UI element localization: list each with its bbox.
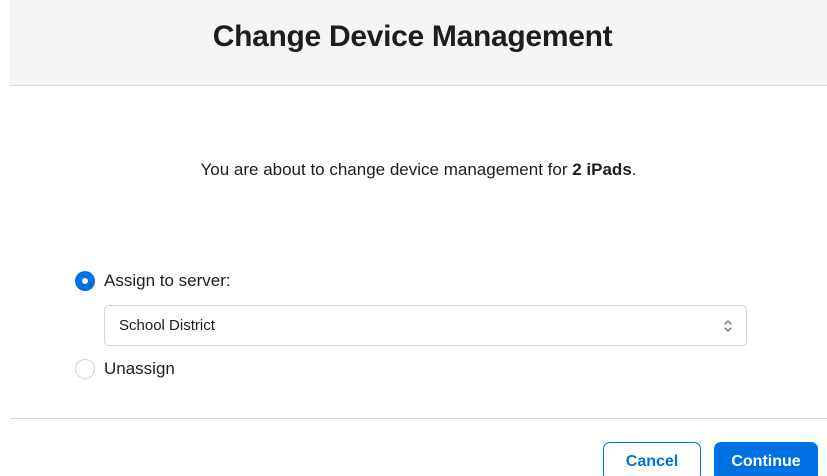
- dialog-message: You are about to change device managemen…: [10, 160, 827, 180]
- unassign-option[interactable]: Unassign: [75, 359, 175, 379]
- unassign-radio-button[interactable]: [75, 359, 95, 379]
- message-period: .: [631, 160, 637, 179]
- footer-divider: [10, 418, 827, 419]
- chevron-up-down-icon: [724, 320, 732, 332]
- dialog-header: Change Device Management: [10, 0, 827, 86]
- message-text: You are about to change device managemen…: [200, 160, 573, 179]
- device-count: 2 iPads: [572, 160, 632, 179]
- server-select[interactable]: School District: [104, 305, 747, 346]
- assign-radio-button[interactable]: [75, 271, 95, 291]
- server-select-value: School District: [119, 317, 215, 334]
- dialog-title: Change Device Management: [212, 19, 613, 53]
- continue-button[interactable]: Continue: [714, 442, 818, 476]
- cancel-button[interactable]: Cancel: [603, 442, 701, 476]
- unassign-label: Unassign: [104, 359, 175, 378]
- assign-to-server-option[interactable]: Assign to server:: [75, 271, 231, 291]
- change-device-management-dialog: Change Device Management You are about t…: [0, 0, 827, 476]
- assign-to-server-label: Assign to server:: [104, 271, 231, 290]
